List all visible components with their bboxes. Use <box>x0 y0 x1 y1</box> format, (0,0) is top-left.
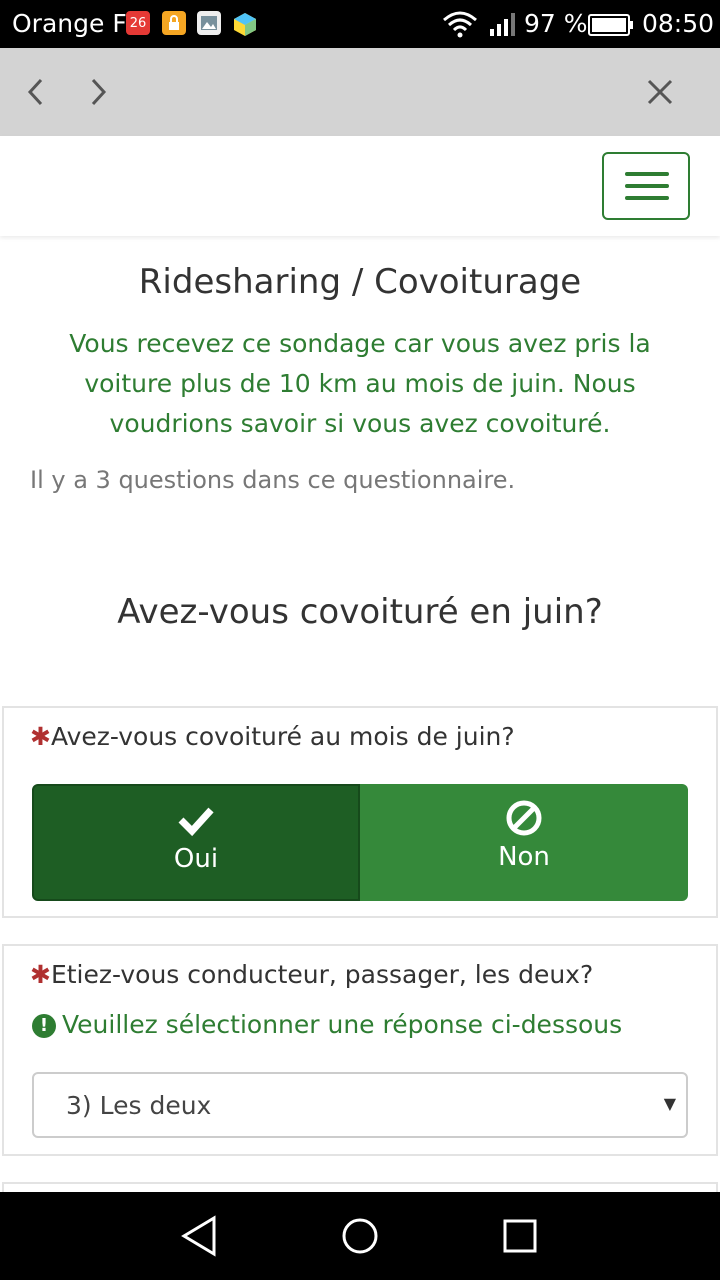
answer-yes-button[interactable]: Oui <box>32 784 360 901</box>
status-bar: Orange F 26 97 % 08:50 <box>0 0 720 48</box>
lock-app-icon <box>162 11 186 35</box>
answer-no-label: Non <box>498 842 550 872</box>
battery-level: 97 % <box>524 9 588 38</box>
caret-down-icon: ▼ <box>663 1094 676 1113</box>
android-nav-bar <box>0 1192 720 1280</box>
back-triangle-icon[interactable] <box>176 1212 224 1260</box>
answer-yes-label: Oui <box>173 844 219 874</box>
question-count: Il y a 3 questions dans ce questionnaire… <box>30 466 516 494</box>
battery-icon <box>588 13 634 42</box>
ban-icon <box>506 800 542 836</box>
required-asterisk: ✱ <box>30 960 51 989</box>
menu-toggle-button[interactable] <box>602 152 690 220</box>
validation-message: ! Veuillez sélectionner une réponse ci-de… <box>32 1010 622 1039</box>
cube-app-icon <box>232 11 256 36</box>
signal-icon <box>488 11 520 43</box>
forward-button[interactable] <box>74 68 122 116</box>
select-value: 3) Les deux <box>66 1091 212 1120</box>
exclamation-circle-icon: ! <box>32 1014 56 1038</box>
browser-toolbar <box>0 48 720 136</box>
back-button[interactable] <box>12 68 60 116</box>
carrier-name: Orange F <box>12 9 127 38</box>
chevron-left-icon <box>27 78 43 106</box>
recents-square-icon[interactable] <box>496 1212 544 1260</box>
answer-no-button[interactable]: Non <box>360 784 688 901</box>
chevron-right-icon <box>91 78 107 106</box>
survey-title: Ridesharing / Covoiturage <box>138 262 582 302</box>
role-select[interactable]: 3) Les deux ▼ <box>32 1072 688 1138</box>
site-header <box>0 136 720 236</box>
question-text: ✱Avez-vous covoituré au mois de juin? <box>30 722 515 751</box>
calendar-icon: 26 <box>126 11 150 35</box>
close-icon <box>647 79 673 105</box>
required-asterisk: ✱ <box>30 722 51 751</box>
question-text: ✱Etiez-vous conducteur, passager, les de… <box>30 960 594 989</box>
clock: 08:50 <box>642 9 715 38</box>
hamburger-icon <box>625 172 669 176</box>
wifi-icon <box>442 10 478 44</box>
group-title: Avez-vous covoituré en juin? <box>117 592 603 632</box>
gallery-icon <box>197 11 221 35</box>
survey-intro: Vous recevez ce sondage car vous avez pr… <box>69 329 651 438</box>
home-circle-icon[interactable] <box>336 1212 384 1260</box>
check-icon <box>178 807 214 837</box>
close-button[interactable] <box>636 68 684 116</box>
